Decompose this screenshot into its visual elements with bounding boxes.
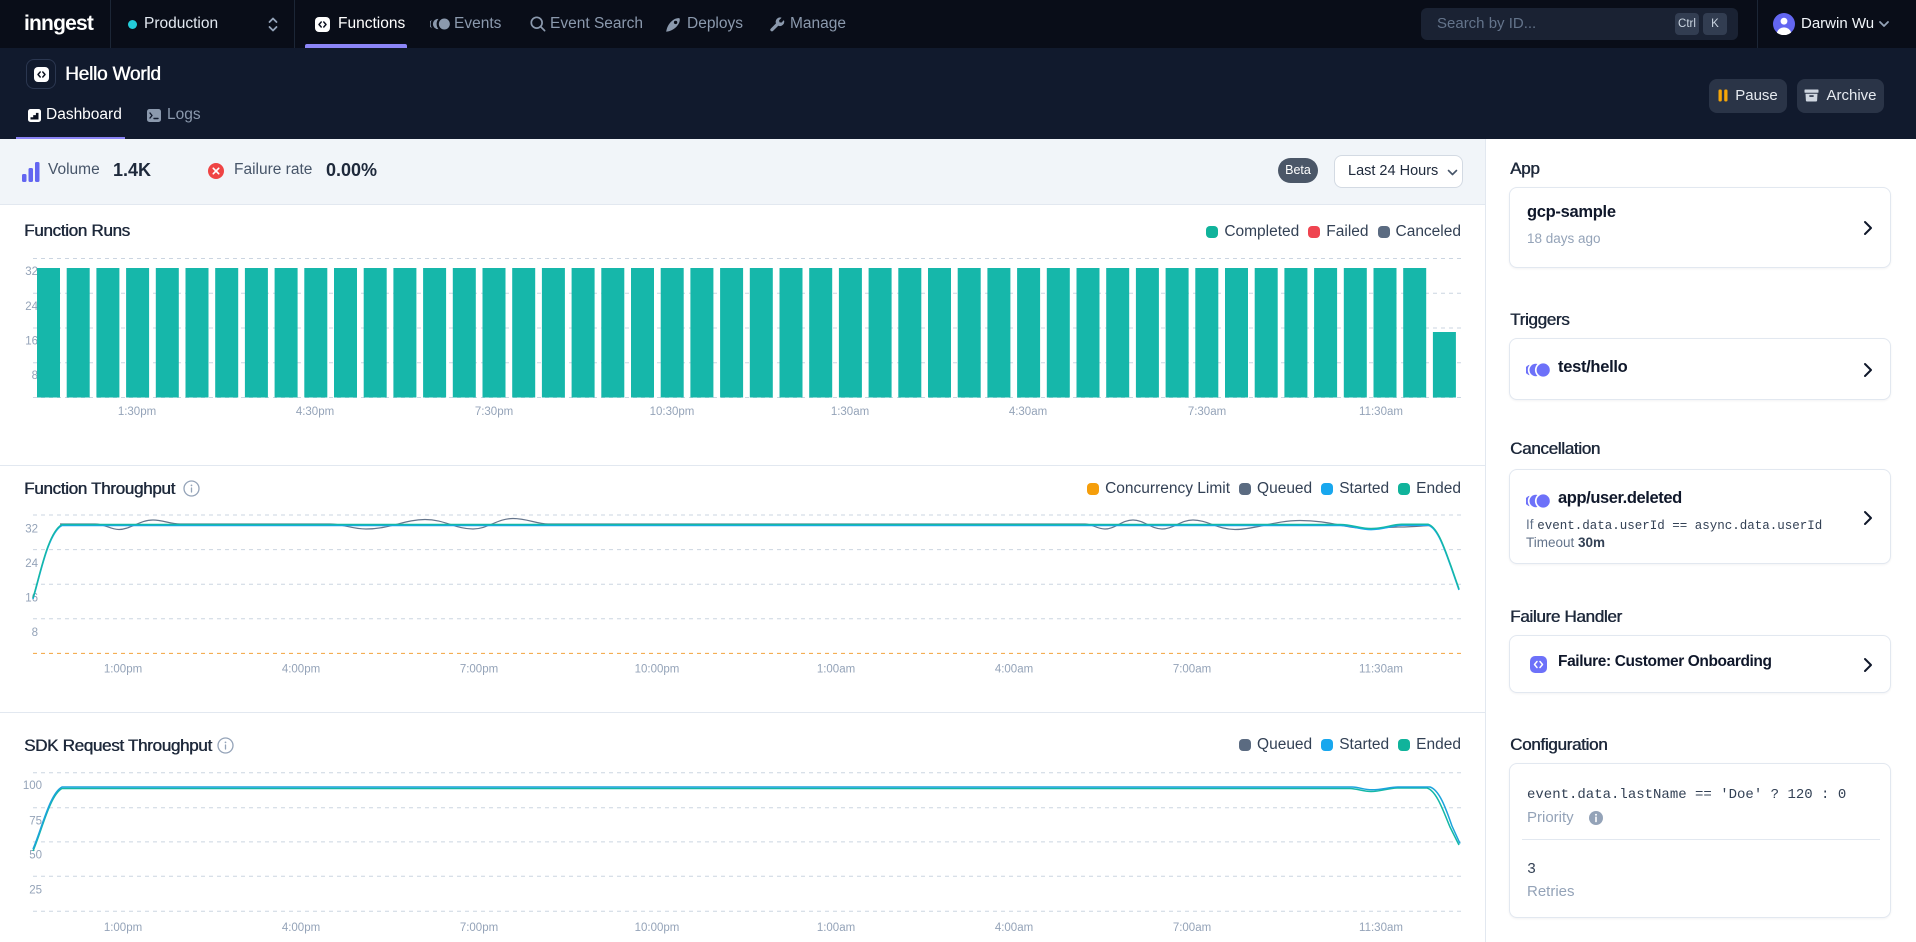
svg-text:7:30am: 7:30am	[1188, 406, 1226, 418]
svg-text:4:00pm: 4:00pm	[282, 922, 320, 934]
svg-text:32: 32	[25, 524, 38, 536]
svg-text:4:30am: 4:30am	[1009, 406, 1047, 418]
svg-text:10:30pm: 10:30pm	[650, 406, 695, 418]
svg-text:4:00am: 4:00am	[995, 922, 1033, 934]
svg-text:11:30am: 11:30am	[1359, 922, 1403, 934]
svg-text:1:30am: 1:30am	[831, 406, 869, 418]
svg-text:75: 75	[29, 816, 42, 828]
svg-text:50: 50	[29, 850, 42, 862]
svg-text:11:30am: 11:30am	[1359, 406, 1403, 418]
svg-text:1:30pm: 1:30pm	[118, 406, 156, 418]
svg-text:4:30pm: 4:30pm	[296, 406, 334, 418]
svg-text:32: 32	[25, 266, 38, 278]
svg-text:25: 25	[29, 885, 42, 897]
svg-text:1:00pm: 1:00pm	[104, 664, 142, 676]
svg-text:4:00pm: 4:00pm	[282, 664, 320, 676]
svg-text:24: 24	[25, 301, 38, 313]
svg-text:1:00am: 1:00am	[817, 922, 855, 934]
svg-text:24: 24	[25, 558, 38, 570]
svg-text:8: 8	[32, 627, 38, 639]
svg-text:7:30pm: 7:30pm	[475, 406, 513, 418]
svg-text:10:00pm: 10:00pm	[635, 922, 680, 934]
svg-text:7:00am: 7:00am	[1173, 664, 1211, 676]
svg-text:4:00am: 4:00am	[995, 664, 1033, 676]
svg-text:11:30am: 11:30am	[1359, 664, 1403, 676]
svg-text:7:00am: 7:00am	[1173, 922, 1211, 934]
svg-text:10:00pm: 10:00pm	[635, 664, 680, 676]
svg-text:7:00pm: 7:00pm	[460, 664, 498, 676]
svg-text:1:00pm: 1:00pm	[104, 922, 142, 934]
svg-text:1:00am: 1:00am	[817, 664, 855, 676]
svg-text:16: 16	[25, 593, 38, 605]
svg-text:100: 100	[23, 780, 42, 792]
svg-text:7:00pm: 7:00pm	[460, 922, 498, 934]
svg-text:16: 16	[25, 336, 38, 348]
